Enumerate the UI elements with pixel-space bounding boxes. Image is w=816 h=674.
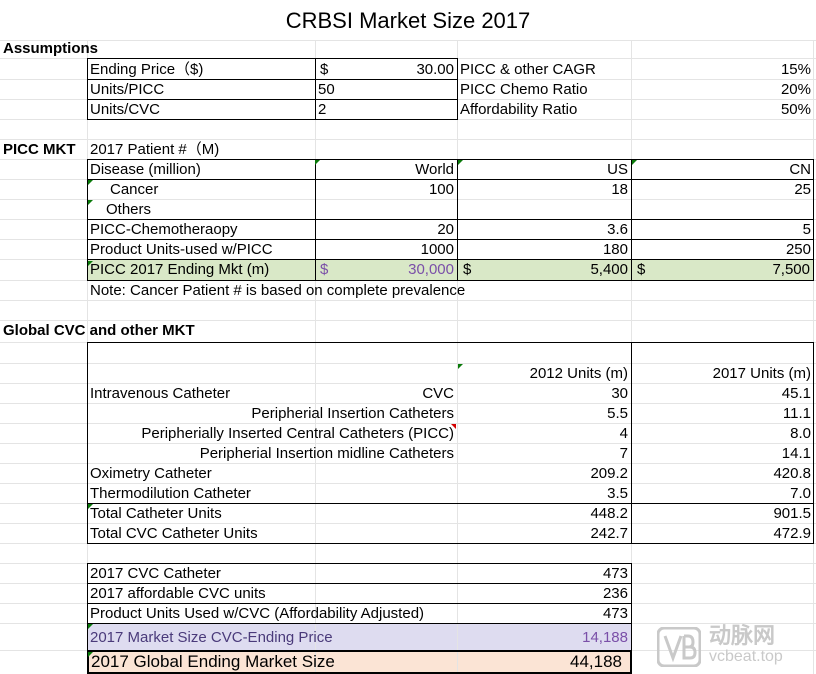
units-cvc-value[interactable]: 2: [318, 100, 326, 120]
cvc-row-label[interactable]: Intravenous Catheter: [90, 384, 230, 404]
picc-ending-us-value[interactable]: 5,400: [475, 260, 628, 280]
summary-value[interactable]: 473: [460, 604, 628, 624]
picc-chemo-ratio-label[interactable]: PICC Chemo Ratio: [460, 80, 588, 100]
picc-cell-cn[interactable]: 250: [634, 240, 811, 260]
picc-note[interactable]: Note: Cancer Patient # is based on compl…: [90, 281, 465, 301]
cvc-row-type[interactable]: CVC: [318, 384, 454, 404]
watermark-en: vcbeat.top: [709, 648, 783, 665]
picc-ending-world-value[interactable]: 30,000: [330, 260, 454, 280]
picc-header-world[interactable]: World: [318, 160, 454, 180]
cvc-total-2017[interactable]: 901.5: [634, 504, 811, 524]
cvc-cell-2017[interactable]: 14.1: [634, 444, 811, 464]
picc-cell-world[interactable]: 20: [318, 220, 454, 240]
ending-price-label[interactable]: Ending Price（$): [90, 60, 203, 80]
cvc-cell-2012[interactable]: 7: [460, 444, 628, 464]
cvc-total-2017[interactable]: 472.9: [634, 524, 811, 544]
picc-row-label[interactable]: Cancer: [110, 180, 158, 200]
cvc-total-2012[interactable]: 448.2: [460, 504, 628, 524]
global-market-size-label[interactable]: 2017 Global Ending Market Size: [91, 652, 335, 672]
summary-label[interactable]: Product Units Used w/CVC (Affordability …: [90, 604, 424, 624]
picc-chemo-ratio-value[interactable]: 20%: [634, 80, 811, 100]
cvc-cell-2017[interactable]: 420.8: [634, 464, 811, 484]
picc-row-label[interactable]: Others: [106, 200, 151, 220]
picc-cell-world[interactable]: 1000: [318, 240, 454, 260]
sheet-title: CRBSI Market Size 2017: [285, 8, 531, 33]
cvc-cell-2012[interactable]: 4: [460, 424, 628, 444]
picc-cagr-value[interactable]: 15%: [634, 60, 811, 80]
cvc-cell-2012[interactable]: 5.5: [460, 404, 628, 424]
picc-cagr-label[interactable]: PICC & other CAGR: [460, 60, 596, 80]
cvc-total-label[interactable]: Total CVC Catheter Units: [90, 524, 258, 544]
cvc-row-label[interactable]: Peripherially Inserted Central Catheters…: [90, 424, 454, 444]
cvc-cell-2017[interactable]: 7.0: [634, 484, 811, 504]
cvc-total-label[interactable]: Total Catheter Units: [90, 504, 222, 524]
cvc-header-2017[interactable]: 2017 Units (m): [634, 364, 811, 384]
picc-cell-us[interactable]: 18: [460, 180, 628, 200]
summary-value[interactable]: 473: [460, 564, 628, 584]
picc-cell-world[interactable]: 100: [318, 180, 454, 200]
cell-comment-marker: [88, 180, 93, 185]
cvc-row-label[interactable]: Peripherial Insertion Catheters: [90, 404, 454, 424]
picc-cell-us[interactable]: 3.6: [460, 220, 628, 240]
vb-logo-icon: [657, 627, 701, 667]
watermark-logo: 动脉网 vcbeat.top: [655, 624, 815, 670]
cvc-cell-2017[interactable]: 11.1: [634, 404, 811, 424]
summary-value[interactable]: 236: [460, 584, 628, 604]
picc-cell-cn[interactable]: 5: [634, 220, 811, 240]
watermark-cn: 动脉网: [709, 624, 776, 649]
cvc-heading: Global CVC and other MKT: [3, 322, 195, 339]
picc-row-label[interactable]: Product Units-used w/PICC: [90, 240, 273, 260]
cvc-header-2012[interactable]: 2012 Units (m): [460, 364, 628, 384]
cvc-cell-2017[interactable]: 8.0: [634, 424, 811, 444]
spreadsheet: CRBSI Market Size 2017 Assumptions Endin…: [0, 0, 816, 674]
ending-price-value[interactable]: 30.00: [320, 60, 454, 80]
picc-header-cn[interactable]: CN: [634, 160, 811, 180]
cvc-ending-price-label[interactable]: 2017 Market Size CVC-Ending Price: [90, 628, 333, 648]
picc-ending-us-currency[interactable]: $: [463, 260, 471, 280]
global-market-size-value[interactable]: 44,188: [460, 652, 622, 672]
picc-row-label[interactable]: PICC-Chemotheraopy: [90, 220, 238, 240]
picc-mkt-heading: PICC MKT: [3, 141, 76, 158]
picc-ending-cn-currency[interactable]: $: [637, 260, 645, 280]
cvc-cell-2012[interactable]: 3.5: [460, 484, 628, 504]
picc-header-disease[interactable]: Disease (million): [90, 160, 201, 180]
cvc-cell-2012[interactable]: 209.2: [460, 464, 628, 484]
units-picc-label[interactable]: Units/PICC: [90, 80, 164, 100]
summary-label[interactable]: 2017 CVC Catheter: [90, 564, 221, 584]
summary-label[interactable]: 2017 affordable CVC units: [90, 584, 266, 604]
cvc-row-label[interactable]: Peripherial Insertion midline Catheters: [90, 444, 454, 464]
cvc-row-label[interactable]: Oximetry Catheter: [90, 464, 212, 484]
cvc-ending-price-value[interactable]: 14,188: [460, 628, 628, 648]
picc-header-us[interactable]: US: [460, 160, 628, 180]
affordability-ratio-label[interactable]: Affordability Ratio: [460, 100, 577, 120]
cvc-total-2012[interactable]: 242.7: [460, 524, 628, 544]
picc-ending-mkt-label[interactable]: PICC 2017 Ending Mkt (m): [90, 260, 269, 280]
cvc-cell-2017[interactable]: 45.1: [634, 384, 811, 404]
cvc-row-label[interactable]: Thermodilution Catheter: [90, 484, 251, 504]
picc-ending-world-currency[interactable]: $: [320, 260, 328, 280]
cvc-cell-2012[interactable]: 30: [460, 384, 628, 404]
picc-patient-subheading[interactable]: 2017 Patient #（M): [90, 140, 219, 160]
units-picc-value[interactable]: 50: [318, 80, 335, 100]
assumptions-heading: Assumptions: [3, 40, 99, 57]
picc-ending-cn-value[interactable]: 7,500: [650, 260, 810, 280]
affordability-ratio-value[interactable]: 50%: [634, 100, 811, 120]
picc-cell-cn[interactable]: 25: [634, 180, 811, 200]
picc-cell-us[interactable]: 180: [460, 240, 628, 260]
units-cvc-label[interactable]: Units/CVC: [90, 100, 160, 120]
cell-comment-marker: [88, 200, 93, 205]
